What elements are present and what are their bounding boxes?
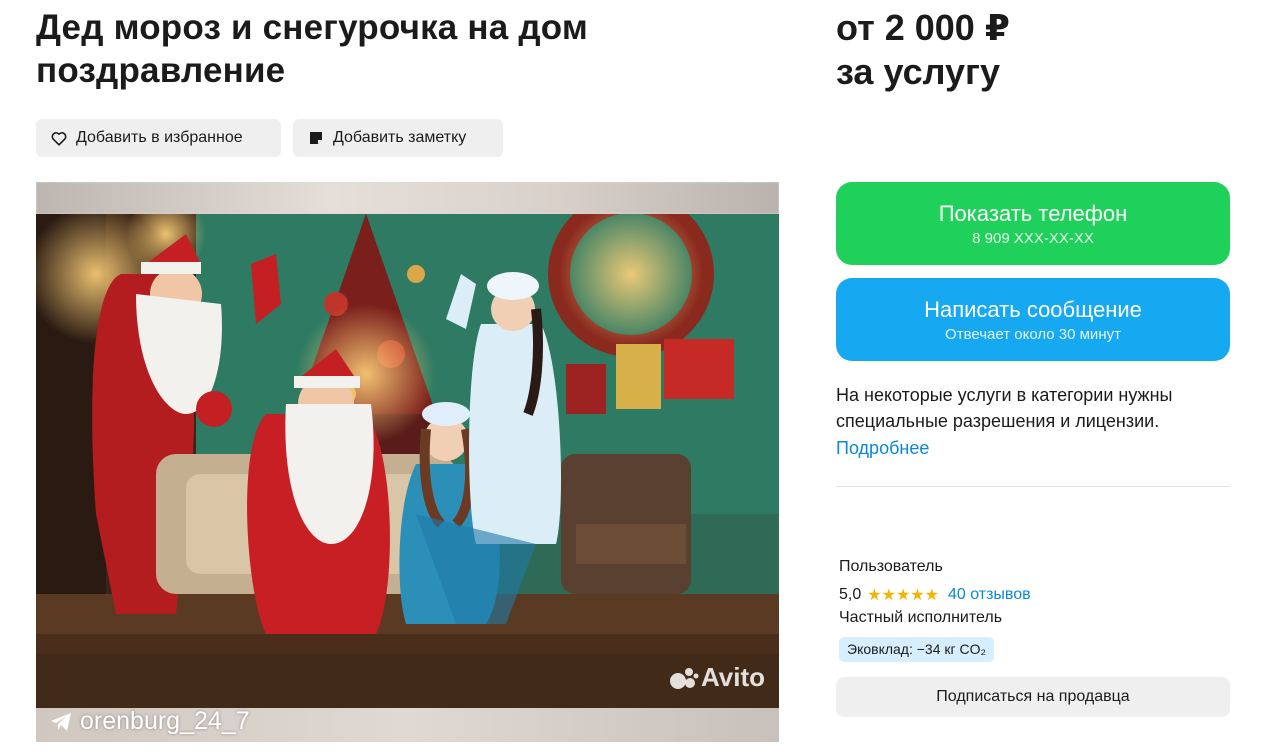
reviews-link[interactable]: 40 отзывов (948, 586, 1031, 604)
avito-watermark: Avito (669, 662, 765, 693)
telegram-plane-icon (51, 712, 71, 731)
price-value: от 2 000 ₽ (836, 7, 1010, 48)
show-phone-button[interactable]: Показать телефон 8 909 XXX-XX-XX (836, 182, 1230, 265)
photo-blur-band-top (36, 182, 779, 214)
write-message-button[interactable]: Написать сообщение Отвечает около 30 мин… (836, 278, 1230, 361)
response-time: Отвечает около 30 минут (945, 326, 1121, 343)
add-to-favorites-button[interactable]: Добавить в избранное (36, 119, 281, 157)
listing-title: Дед мороз и снегурочка на дом поздравлен… (36, 8, 588, 90)
add-to-favorites-label: Добавить в избранное (76, 129, 243, 146)
telegram-watermark: orenburg_24_7 (50, 707, 250, 736)
telegram-handle-text: orenburg_24_7 (80, 707, 250, 735)
phone-masked: 8 909 XXX-XX-XX (972, 230, 1094, 247)
rating-value: 5,0 (839, 586, 862, 603)
avito-logo-icon (669, 667, 699, 689)
add-note-button[interactable]: Добавить заметку (293, 119, 503, 157)
subscribe-seller-button[interactable]: Подписаться на продавца (836, 677, 1230, 717)
heart-icon (50, 129, 68, 147)
listing-photo[interactable]: Avito orenburg_24_7 (36, 182, 779, 742)
price-block: от 2 000 ₽ за услугу (836, 6, 1010, 94)
eco-contribution-badge[interactable]: Эковклад: −34 кг CO₂ (839, 637, 994, 662)
photo-scene (36, 214, 779, 708)
avito-watermark-text: Avito (700, 662, 765, 692)
seller-name[interactable]: Пользователь (839, 558, 943, 576)
write-message-label: Написать сообщение (924, 297, 1142, 322)
note-icon (307, 129, 325, 147)
seller-type: Частный исполнитель (839, 609, 1003, 626)
star-rating-icon: ★★★★★ (867, 587, 939, 604)
license-notice: На некоторые услуги в категории нужны сп… (836, 385, 1173, 431)
add-note-label: Добавить заметку (333, 129, 467, 146)
more-info-link[interactable]: Подробнее (836, 436, 929, 460)
seller-rating-row: 5,0 ★★★★★ 40 отзывов (839, 585, 1031, 605)
show-phone-label: Показать телефон (938, 201, 1128, 226)
divider (836, 486, 1230, 487)
price-unit: за услугу (836, 51, 1001, 92)
